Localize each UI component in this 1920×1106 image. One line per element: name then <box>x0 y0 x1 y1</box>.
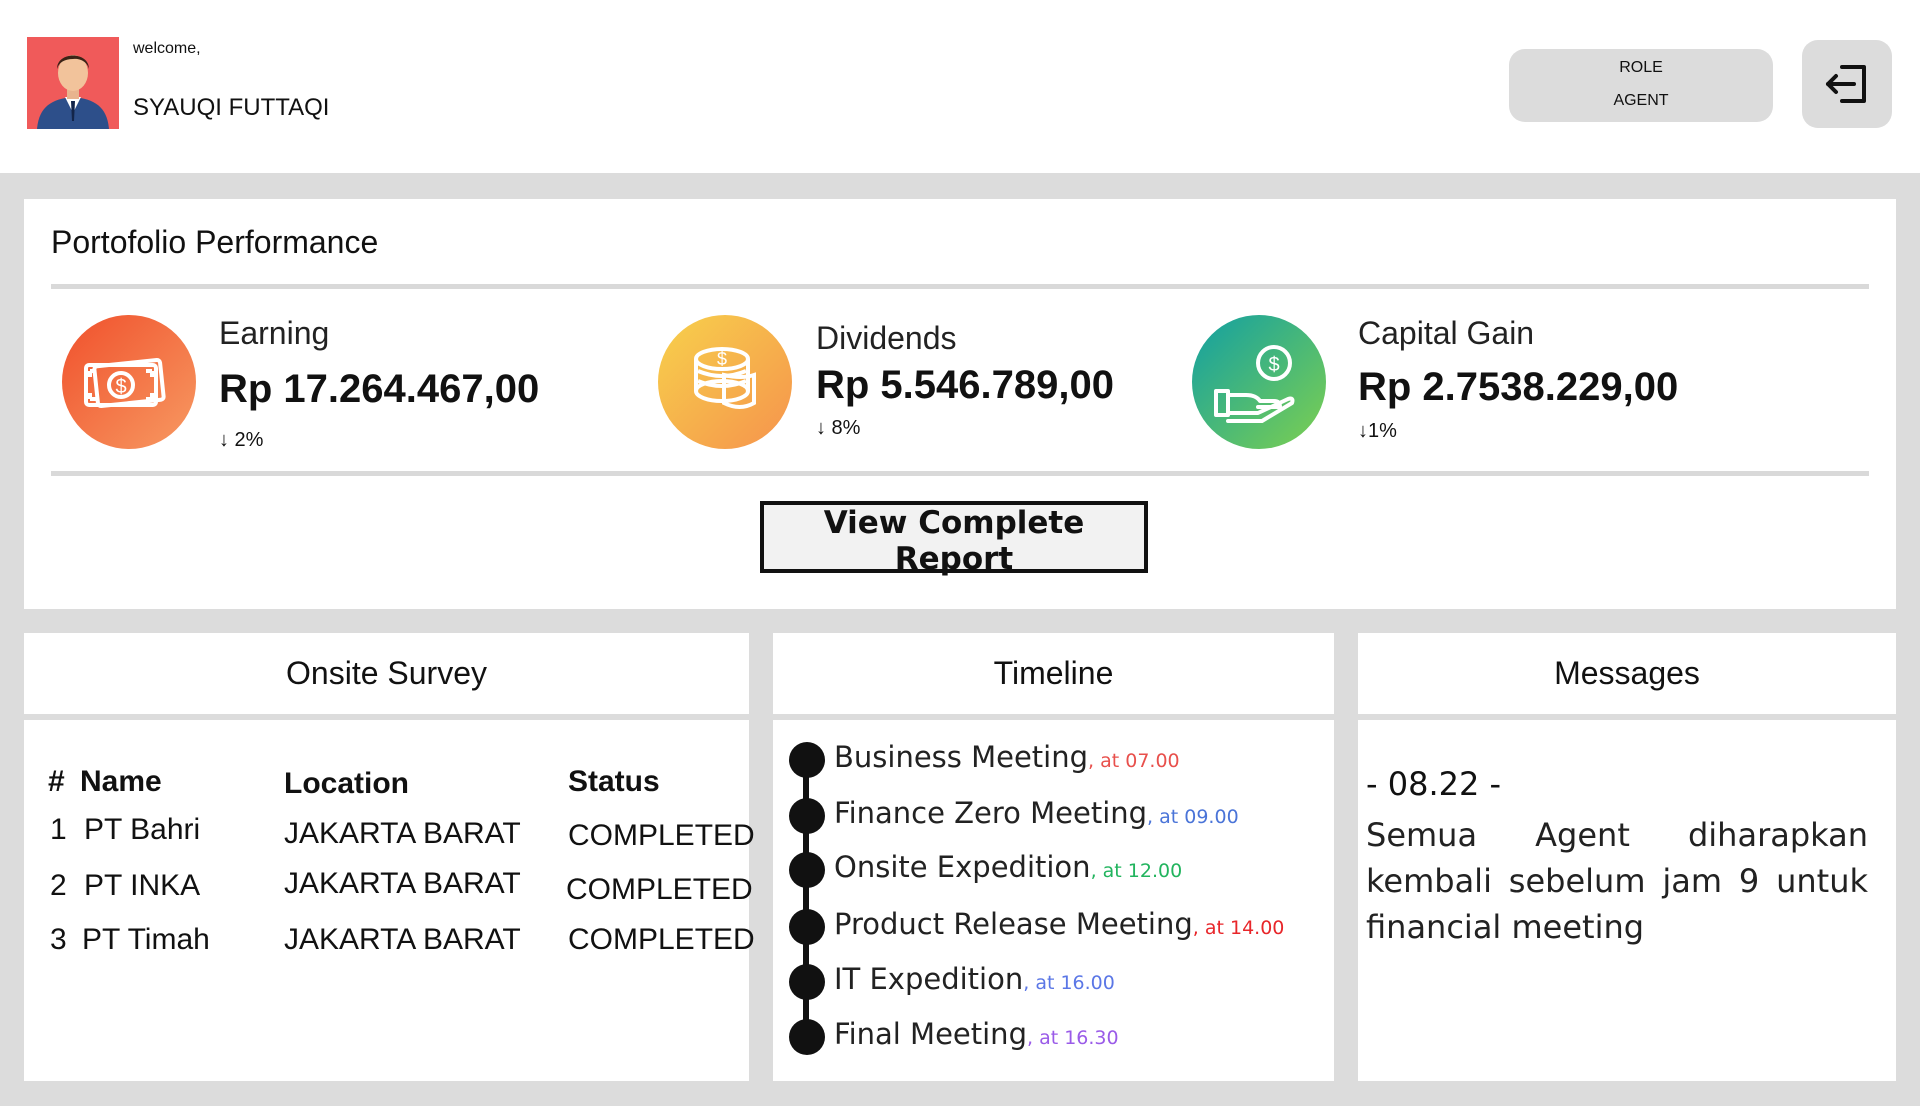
timeline-time: , at 16.00 <box>1023 972 1115 994</box>
timeline-event: Product Release Meeting <box>834 907 1193 941</box>
timeline-dot <box>789 742 825 778</box>
role-label: ROLE <box>1619 59 1663 76</box>
portfolio-title: Portofolio Performance <box>51 224 379 260</box>
divider <box>51 471 1869 476</box>
messages-title: Messages <box>1358 633 1896 714</box>
timeline-time: , at 12.00 <box>1090 860 1183 882</box>
row-num: 2 <box>50 869 67 902</box>
row-location: JAKARTA BARAT <box>284 867 521 900</box>
svg-text:$: $ <box>717 349 727 369</box>
metric-change: ↓ 8% <box>816 417 861 439</box>
timeline-card: Business Meeting, at 07.00 Finance Zero … <box>773 720 1334 1081</box>
metric-value: Rp 17.264.467,00 <box>219 367 540 411</box>
timeline-time: , at 16.30 <box>1026 1027 1119 1049</box>
timeline-title: Timeline <box>773 633 1334 714</box>
metric-change: ↓1% <box>1358 420 1397 442</box>
row-status: COMPLETED <box>568 923 755 956</box>
row-num: 1 <box>50 813 67 846</box>
coins-stack-icon: $ <box>658 315 792 449</box>
survey-title: Onsite Survey <box>24 633 749 714</box>
welcome-text: welcome, <box>133 40 201 57</box>
row-status: COMPLETED <box>566 873 753 906</box>
user-avatar[interactable] <box>27 37 119 129</box>
hand-dollar-icon: $ <box>1192 315 1326 449</box>
view-report-button[interactable]: View Complete Report <box>760 501 1148 577</box>
timeline-time: , at 14.00 <box>1192 917 1285 939</box>
row-name: PT Bahri <box>84 813 201 846</box>
message-text[interactable]: Semua Agent diharapkan kembali sebelum j… <box>1366 812 1868 950</box>
timeline-event: Business Meeting <box>834 740 1089 774</box>
metric-label: Dividends <box>816 320 957 356</box>
metric-value: Rp 2.7538.229,00 <box>1358 365 1679 409</box>
row-location: JAKARTA BARAT <box>284 817 521 850</box>
metric-change: ↓ 2% <box>219 429 264 451</box>
row-location: JAKARTA BARAT <box>284 923 521 956</box>
survey-card: # Name Location Status 1 PT Bahri JAKART… <box>24 720 755 1081</box>
timeline-time: , at 09.00 <box>1147 806 1239 828</box>
timeline-time: , at 07.00 <box>1088 750 1180 772</box>
user-name: SYAUQI FUTTAQI <box>133 94 330 121</box>
timeline-dot <box>789 1019 825 1055</box>
timeline-dot <box>789 798 825 834</box>
timeline-dot <box>789 909 825 945</box>
row-name: PT INKA <box>84 869 201 902</box>
divider <box>51 284 1869 289</box>
timeline-dot <box>789 964 825 1000</box>
col-header-name: Name <box>80 765 162 798</box>
row-name: PT Timah <box>82 923 210 956</box>
timeline-dot <box>789 852 825 888</box>
col-header-status: Status <box>568 765 660 798</box>
row-num: 3 <box>50 923 67 956</box>
role-value: AGENT <box>1613 92 1669 109</box>
logout-icon <box>1826 65 1866 103</box>
top-header: welcome, SYAUQI FUTTAQI ROLE AGENT <box>0 0 1920 173</box>
timeline-event: IT Expedition <box>834 962 1024 996</box>
money-bill-icon: $ <box>62 315 196 449</box>
messages-card: - 08.22 - Semua Agent diharapkan kembali… <box>1358 720 1896 1081</box>
timeline-event: Finance Zero Meeting <box>834 796 1148 830</box>
timeline-event: Final Meeting <box>834 1017 1027 1051</box>
col-header-location: Location <box>284 767 409 800</box>
logout-button[interactable] <box>1802 40 1892 128</box>
col-header-num: # <box>48 765 65 798</box>
role-badge: ROLE AGENT <box>1509 49 1773 122</box>
svg-text:$: $ <box>1268 354 1279 376</box>
portfolio-panel: Portofolio Performance $ Earning Rp 17.2… <box>24 199 1896 609</box>
metric-label: Capital Gain <box>1358 315 1535 351</box>
metric-value: Rp 5.546.789,00 <box>816 363 1114 407</box>
row-status: COMPLETED <box>568 819 755 852</box>
svg-text:$: $ <box>115 376 126 398</box>
timeline-event: Onsite Expedition <box>834 850 1091 884</box>
message-time: - 08.22 - <box>1366 765 1502 803</box>
metric-label: Earning <box>219 315 330 351</box>
